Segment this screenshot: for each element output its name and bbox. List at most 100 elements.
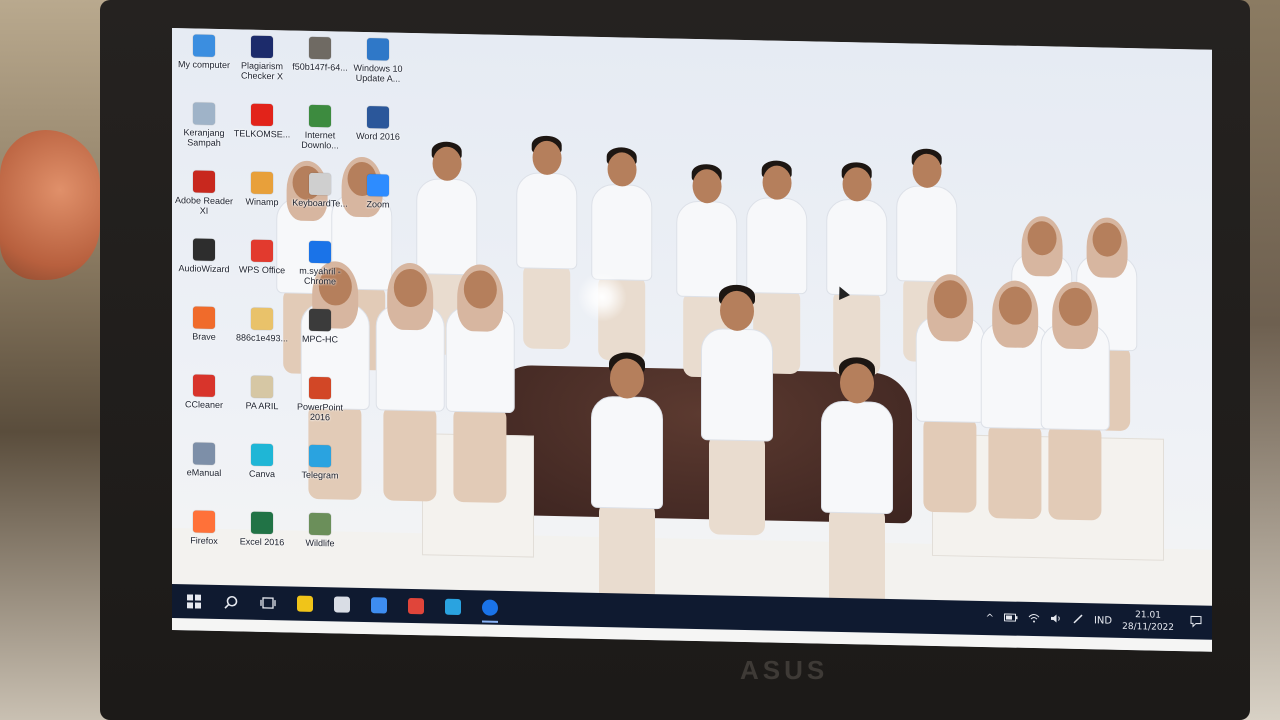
windows-update-icon (367, 38, 389, 61)
taskbar-pinned-apps (291, 586, 513, 625)
desktop-icon[interactable]: Word 2016 (348, 106, 408, 142)
desktop-icon-label: Word 2016 (356, 130, 400, 142)
clock-date: 28/11/2022 (1122, 621, 1174, 633)
ccleaner-icon (193, 374, 215, 397)
wallpaper-person (591, 352, 663, 613)
desktop-icon[interactable]: AudioWizard (174, 238, 234, 274)
powerpoint-icon (309, 376, 331, 400)
wifi-icon[interactable] (1028, 612, 1040, 625)
clock-time: 21.01 (1135, 610, 1161, 621)
desktop-icon[interactable]: Plagiarism Checker X (232, 35, 292, 81)
wallpaper-person (446, 263, 515, 512)
desktop-icon-label: AudioWizard (178, 263, 230, 275)
desktop-icon-label: WPS Office (238, 264, 286, 276)
adobe-reader-icon (193, 170, 215, 193)
taskbar-app-media-player[interactable] (328, 587, 356, 622)
desktop-icon[interactable]: eManual (174, 442, 234, 478)
desktop-icon[interactable]: Zoom (348, 174, 408, 210)
volume-icon[interactable] (1050, 613, 1062, 626)
audiowizard-icon (193, 238, 215, 261)
input-language[interactable]: IND (1094, 615, 1112, 626)
battery-icon[interactable] (1003, 612, 1018, 624)
desktop-icon[interactable]: TELKOMSE... (232, 103, 292, 139)
taskbar-app-telegram[interactable] (439, 590, 467, 625)
desktop-icon[interactable]: Winamp (232, 171, 292, 207)
desktop-icon-label: Canva (248, 468, 275, 480)
desktop-icon[interactable]: WPS Office (232, 239, 292, 275)
desktop-icon[interactable]: Keranjang Sampah (174, 102, 234, 148)
internet-download-manager-icon (309, 104, 331, 128)
finger (0, 130, 100, 280)
desktop-icon-label: TELKOMSE... (233, 128, 291, 140)
desktop-icon[interactable]: Internet Downlo... (290, 104, 350, 150)
desktop-icon[interactable]: CCleaner (174, 374, 234, 410)
notification-icon[interactable] (1190, 615, 1202, 630)
desktop-icon-label: Winamp (245, 196, 279, 208)
desktop-icon[interactable]: m.syahril - Chrome (290, 240, 350, 286)
desktop-icon[interactable]: Firefox (174, 510, 234, 546)
clock[interactable]: 21.01 28/11/2022 (1122, 609, 1174, 634)
wallpaper-person (981, 280, 1050, 528)
video-file-icon (309, 512, 331, 536)
brave-icon (193, 306, 215, 329)
desktop-icon[interactable]: PowerPoint 2016 (290, 376, 350, 422)
desktop-icon-label: KeyboardTe... (292, 197, 348, 209)
desktop-icon[interactable]: Wildlife (290, 512, 350, 548)
wallpaper-person (1041, 281, 1110, 529)
taskbar-app-file-explorer[interactable] (291, 586, 319, 621)
folder-icon (297, 595, 313, 612)
desktop-icon-label: Brave (192, 331, 216, 342)
camera-flash-glare (577, 271, 627, 323)
canva-icon (251, 443, 273, 467)
desktop-icon[interactable]: MPC-HC (290, 308, 350, 344)
pen-icon[interactable] (1072, 612, 1084, 627)
telegram-icon (309, 444, 331, 468)
desktop-icon-label: Plagiarism Checker X (240, 60, 284, 82)
desktop-icon[interactable]: Adobe Reader XI (174, 170, 234, 216)
telkomsel-icon (251, 103, 273, 127)
desktop-icon[interactable]: f50b147f-64... (290, 36, 350, 73)
plagiarism-checker-icon (251, 35, 273, 59)
chevron-up-icon[interactable]: ^ (986, 613, 994, 624)
background-left (0, 0, 110, 720)
system-tray: ^ IND 21.01 28/11/2022 (986, 601, 1202, 640)
search-icon[interactable] (217, 585, 245, 620)
desktop-icon-label: Telegram (301, 469, 339, 481)
laptop-screen: My computer Keranjang Sampah Adobe Reader … (172, 28, 1212, 652)
slash-icon (371, 597, 387, 614)
wallpaper-person (826, 162, 888, 384)
windows-start-icon[interactable] (180, 584, 208, 619)
desktop-icon-label: Excel 2016 (239, 536, 285, 548)
desktop-icon-label: Internet Downlo... (301, 129, 339, 151)
desktop-icon[interactable]: KeyboardTe... (290, 172, 350, 209)
desktop-icon-label: Keranjang Sampah (183, 127, 225, 149)
desktop-icon[interactable]: Canva (232, 443, 292, 479)
keyboard-test-icon (309, 172, 331, 196)
chrome-icon (309, 240, 331, 264)
taskbar-app-presentation-app[interactable] (402, 589, 430, 624)
desktop-icon[interactable]: Windows 10 Update A... (348, 38, 408, 84)
telegram-icon (445, 598, 461, 616)
mpc-hc-icon (309, 308, 331, 332)
desktop-icon[interactable]: PA ARIL (232, 375, 292, 411)
firefox-icon (193, 510, 215, 533)
desktop-icon[interactable]: 886c1e493... (232, 307, 292, 343)
task-view-icon[interactable] (254, 586, 282, 621)
desktop-icon-label: MPC-HC (302, 333, 338, 345)
desktop-icon-label: eManual (186, 467, 222, 479)
taskbar-app-chrome[interactable] (476, 590, 504, 625)
wallpaper-person (516, 135, 578, 357)
desktop-icon[interactable]: Brave (174, 306, 234, 342)
file-icon (251, 307, 273, 331)
taskbar-app-slash-app[interactable] (365, 588, 393, 623)
wallpaper-person (591, 147, 653, 369)
desktop-icon[interactable]: Excel 2016 (232, 511, 292, 547)
laptop-brand-logo: ASUS (740, 655, 829, 685)
wallpaper-person (821, 356, 893, 618)
desktop-icon-label: Adobe Reader XI (174, 195, 234, 216)
desktop-icon-label: 886c1e493... (235, 332, 289, 344)
desktop-icon[interactable]: Telegram (290, 444, 350, 480)
desktop-icon[interactable]: My computer (174, 34, 234, 70)
folder-icon (251, 375, 273, 399)
wallpaper-person (701, 284, 773, 545)
